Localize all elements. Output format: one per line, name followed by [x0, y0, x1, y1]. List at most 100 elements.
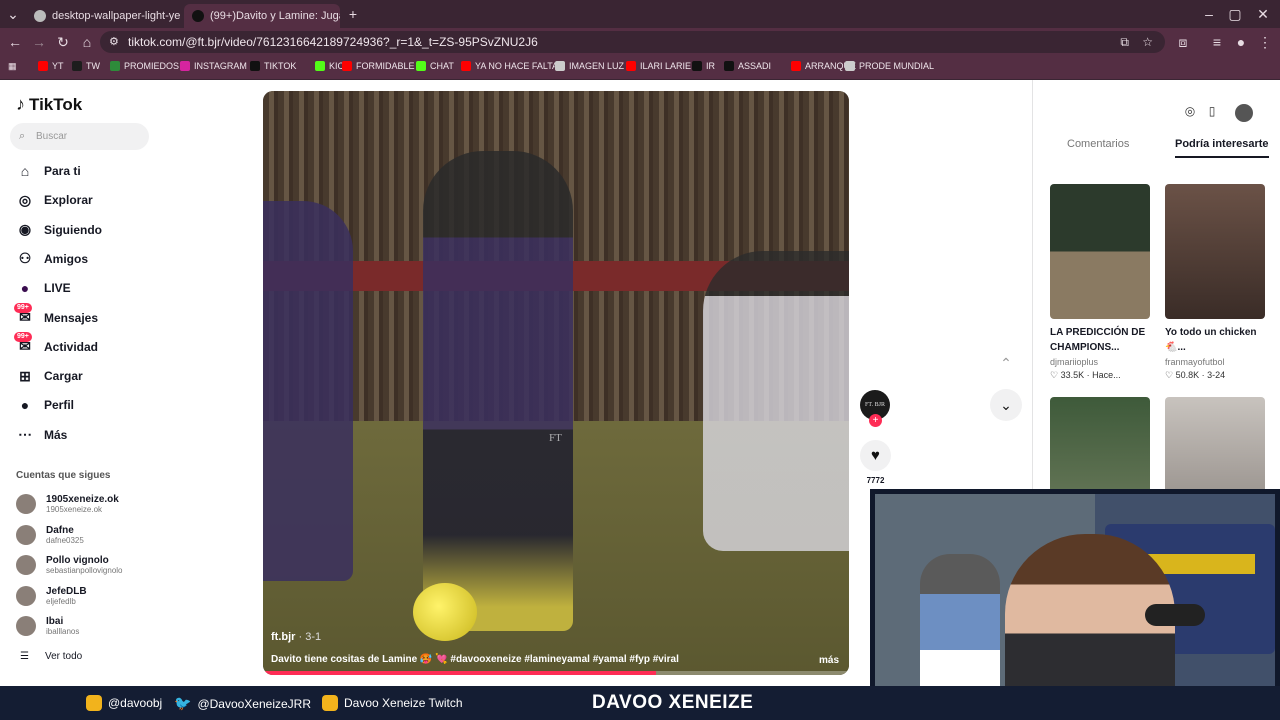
- bookmark-label: IMAGEN LUZ: [569, 61, 625, 71]
- bookmark-item[interactable]: YA NO HACE FALTA: [461, 61, 558, 71]
- tab-comments[interactable]: Comentarios: [1067, 138, 1129, 150]
- bookmark-icon: [555, 61, 565, 71]
- new-tab-button[interactable]: +: [344, 5, 362, 23]
- bookmark-item[interactable]: IR: [692, 61, 715, 71]
- bookmark-item[interactable]: INSTAGRAM: [180, 61, 247, 71]
- compass-small-icon[interactable]: ◎: [1181, 104, 1199, 122]
- bookmark-item[interactable]: TW: [72, 61, 100, 71]
- sidebar-item-compass[interactable]: ◎ Explorar: [16, 190, 93, 210]
- browser-menu-icon[interactable]: ⋮: [1256, 33, 1274, 51]
- account-name: 1905xeneize.ok: [46, 494, 119, 505]
- list-item[interactable]: LA PREDICCIÓN DE CHAMPIONS... djmariiopl…: [1050, 184, 1150, 381]
- bookmark-item[interactable]: ASSADI: [724, 61, 771, 71]
- bookmark-star-icon[interactable]: ☆: [1142, 31, 1153, 53]
- video-progress-fill: [263, 671, 656, 675]
- bookmark-item[interactable]: ILARI LARIE: [626, 61, 691, 71]
- stream-social-bar: @davoobj 🐦 @DavooXeneizeJRR Davoo Xeneiz…: [0, 686, 1280, 720]
- next-video-icon[interactable]: ⌄: [990, 389, 1022, 421]
- avatar: [16, 555, 36, 575]
- followed-account[interactable]: Pollo vignolo sebastianpollovignolo: [16, 552, 123, 578]
- sidebar-item-live[interactable]: ● LIVE: [16, 278, 71, 298]
- sidebar-item-following[interactable]: ◉ Siguiendo: [16, 220, 102, 240]
- bookmark-item[interactable]: FORMIDABLE: [342, 61, 415, 71]
- apps-icon[interactable]: ▦: [8, 61, 17, 72]
- bookmark-item[interactable]: TIKTOK: [250, 61, 296, 71]
- account-name: JefeDLB: [46, 585, 87, 597]
- tab-may-interest[interactable]: Podría interesarte: [1175, 138, 1269, 158]
- bookmark-label: TIKTOK: [264, 61, 297, 71]
- sidebar-item-upload[interactable]: ⊞ Cargar: [16, 366, 83, 386]
- followed-account[interactable]: Dafne dafne0325: [16, 522, 84, 548]
- more-button[interactable]: más: [819, 655, 839, 666]
- phone-icon[interactable]: ▯: [1203, 104, 1221, 122]
- bookmark-item[interactable]: PRODE MUNDIAL: [845, 61, 934, 71]
- followed-account[interactable]: 1905xeneize.ok 1905xeneize.ok: [16, 491, 119, 517]
- sidebar-item-label: Amigos: [44, 251, 89, 266]
- card-date: Hace...: [1092, 370, 1121, 380]
- address-bar[interactable]: ⚙ tiktok.com/@ft.bjr/video/7612316642189…: [100, 31, 1165, 53]
- install-icon[interactable]: ⧉: [1120, 31, 1129, 53]
- account-username: sebastianpollovignolo: [46, 566, 123, 575]
- avatar: [16, 585, 36, 606]
- previous-video-icon[interactable]: ⌃: [990, 347, 1022, 379]
- video-caption[interactable]: Davito tiene cositas de Lamine 🥵 💘 #davo…: [271, 654, 679, 665]
- back-icon[interactable]: ←: [6, 33, 24, 51]
- profile-avatar-icon[interactable]: ●: [1232, 33, 1250, 51]
- browser-tab-1[interactable]: desktop-wallpaper-light-yellow ✕: [26, 4, 180, 28]
- bookmark-item[interactable]: IMAGEN LUZ: [555, 61, 624, 71]
- avatar: [16, 524, 36, 545]
- bookmark-label: FORMIDABLE: [356, 61, 415, 71]
- account-text: Ibai iballlanos: [46, 616, 79, 636]
- account-text: Pollo vignolo sebastianpollovignolo: [46, 555, 123, 575]
- sidebar-item-friends[interactable]: ⚇ Amigos: [16, 249, 88, 269]
- bookmark-item[interactable]: CHAT: [416, 61, 454, 71]
- activity-icon: ✉ 99+: [14, 331, 34, 356]
- forward-icon[interactable]: →: [30, 33, 48, 51]
- tiktok-logo[interactable]: ♪ TikTok: [16, 94, 82, 115]
- video-author[interactable]: ft.bjr · 3-1: [271, 631, 321, 643]
- bookmark-item[interactable]: PROMIEDOS: [110, 61, 179, 71]
- card-thumbnail: [1050, 184, 1150, 319]
- media-control-icon[interactable]: ≡: [1208, 33, 1226, 51]
- account-name: Ibai: [46, 616, 64, 627]
- bookmark-icon: [342, 61, 352, 71]
- extensions-icon[interactable]: ⧈: [1174, 33, 1192, 51]
- minimize-icon[interactable]: –: [1200, 5, 1218, 23]
- bookmark-icon: [250, 61, 260, 71]
- messages-icon: ✉ 99+: [14, 302, 34, 327]
- card-likes: 50.8K: [1175, 370, 1200, 380]
- reload-icon[interactable]: ↻: [54, 33, 72, 51]
- sidebar-item-messages[interactable]: ✉ 99+ Mensajes: [14, 302, 98, 328]
- video-progress-bar[interactable]: [263, 671, 849, 675]
- bookmark-label: CHAT: [430, 61, 454, 71]
- site-info-icon[interactable]: ⚙: [109, 31, 119, 53]
- followed-account[interactable]: Ibai iballlanos: [16, 613, 79, 639]
- search-input[interactable]: ⌕ Buscar: [10, 123, 149, 150]
- tab-list-icon[interactable]: ⌄: [4, 5, 22, 23]
- following-title: Cuentas que sigues: [16, 470, 111, 481]
- sidebar-item-more[interactable]: ⋯ Más: [16, 425, 67, 445]
- browser-tab-2[interactable]: (99+)Davito y Lamine: Juga 🔊 ✕: [184, 4, 340, 28]
- bookmark-icon: [791, 61, 801, 71]
- home-button-icon[interactable]: ⌂: [78, 33, 96, 51]
- list-item[interactable]: Yo todo un chicken 🐔... franmayofutbol ♡…: [1165, 184, 1265, 381]
- user-avatar[interactable]: [1235, 104, 1253, 122]
- followed-account[interactable]: JefeDLB eljefedlb: [16, 583, 87, 609]
- browser-toolbar: ← → ↻ ⌂ ⚙ tiktok.com/@ft.bjr/video/76123…: [0, 28, 1280, 56]
- see-all-button[interactable]: ☰ Ver todo: [20, 651, 82, 662]
- account-username: dafne0325: [46, 535, 84, 545]
- sidebar-item-home[interactable]: ⌂ Para ti: [16, 161, 81, 181]
- follow-plus-icon[interactable]: +: [869, 414, 882, 427]
- bookmark-item[interactable]: YT: [38, 61, 64, 71]
- video-player[interactable]: FT ft.bjr · 3-1 Davito tiene cositas de …: [263, 91, 849, 675]
- account-name: Pollo vignolo: [46, 555, 109, 566]
- like-heart-icon[interactable]: ♥: [860, 440, 891, 471]
- sidebar-item-activity[interactable]: ✉ 99+ Actividad: [14, 331, 98, 357]
- card-user: franmayofutbol: [1165, 357, 1225, 367]
- maximize-icon[interactable]: ▢: [1226, 5, 1244, 23]
- sidebar-item-profile[interactable]: ● Perfil: [16, 395, 74, 415]
- stream-title: DAVOO XENEIZE: [592, 692, 754, 713]
- close-window-icon[interactable]: ✕: [1254, 5, 1272, 23]
- bookmark-icon: [626, 61, 636, 71]
- bookmark-icon: [692, 61, 702, 71]
